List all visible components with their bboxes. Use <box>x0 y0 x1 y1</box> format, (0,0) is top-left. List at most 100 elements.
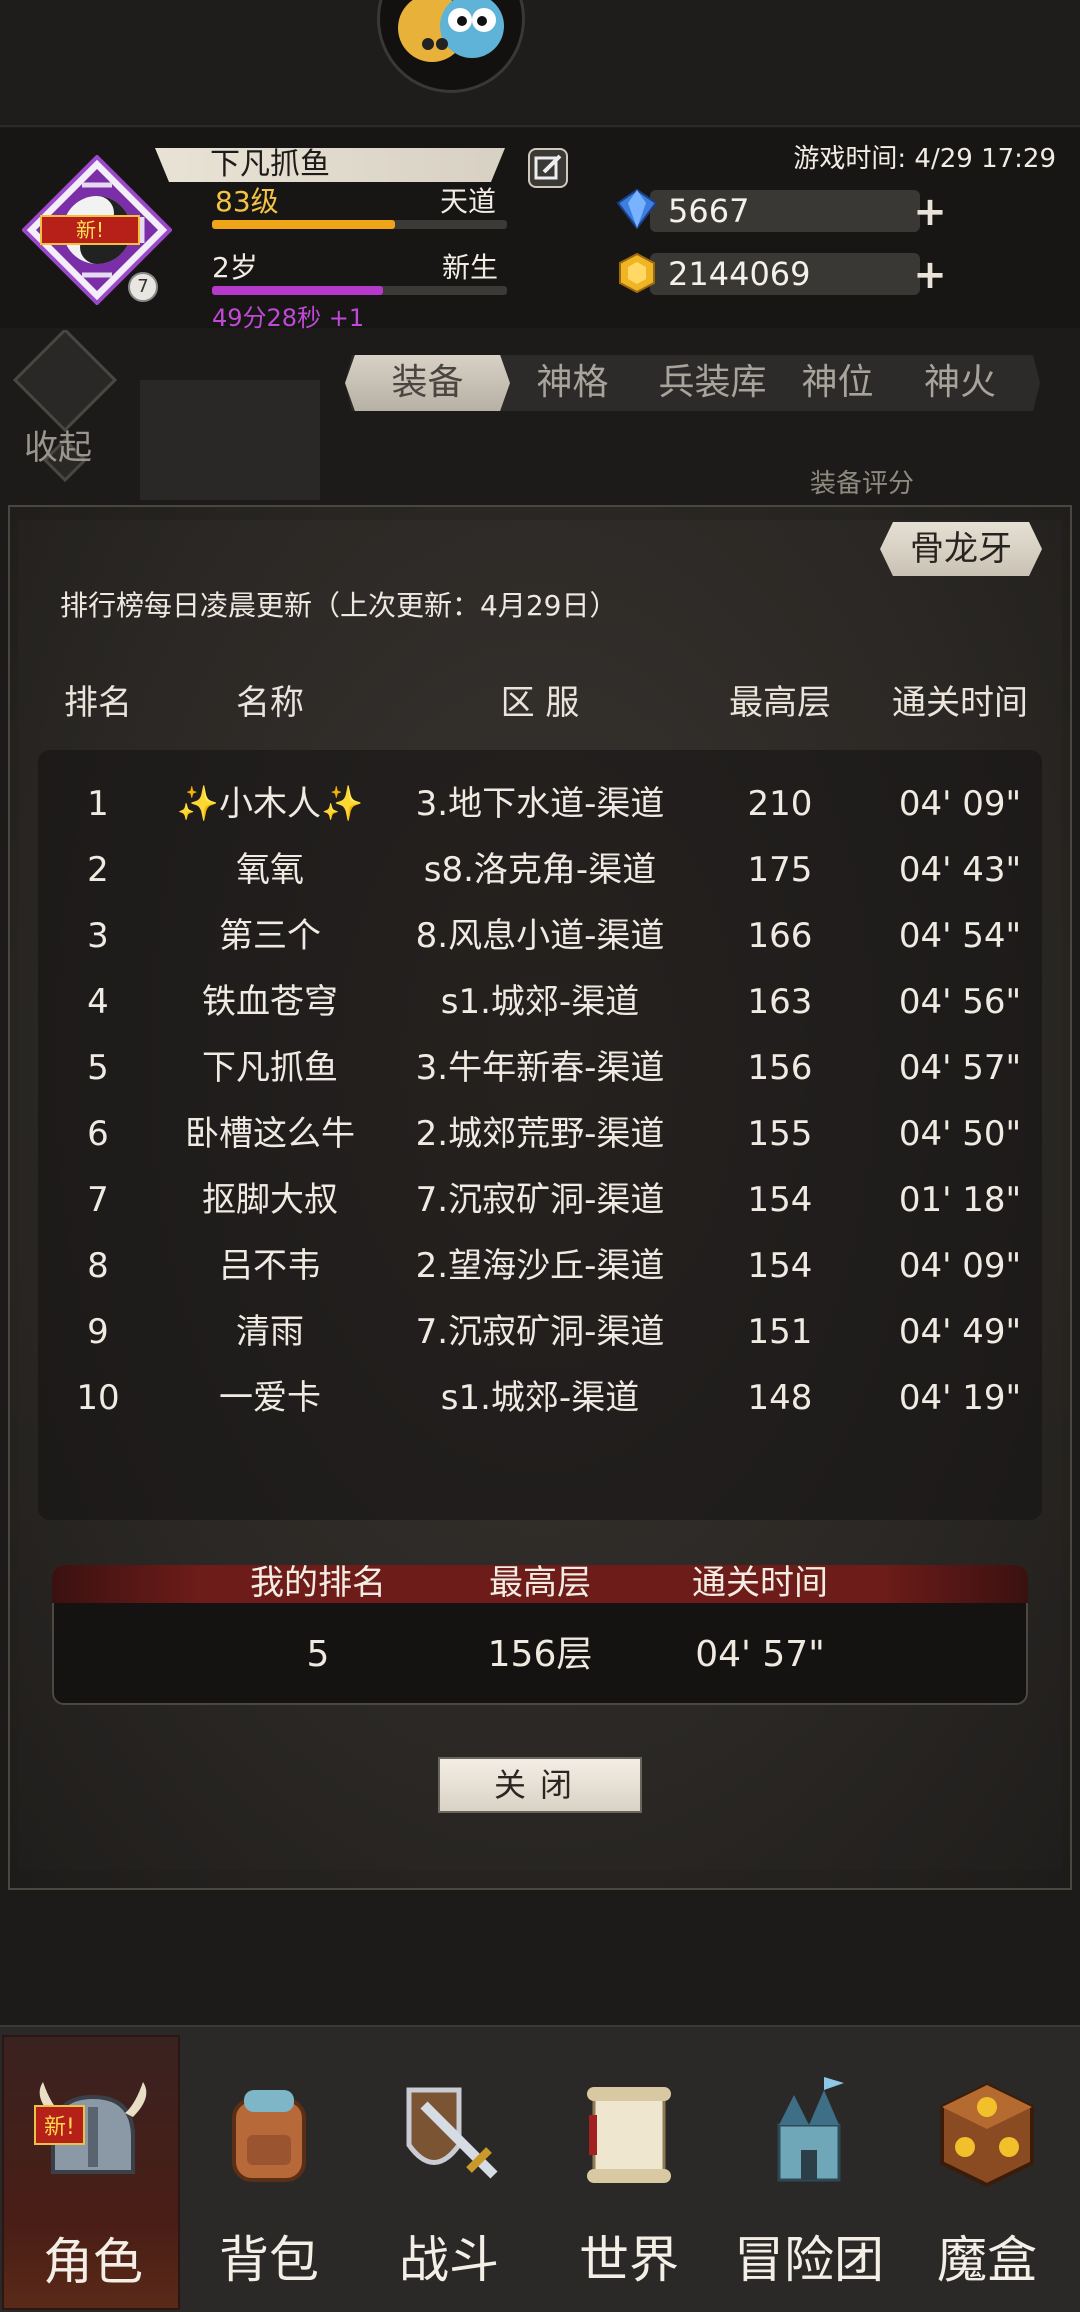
column-rank: 排名 <box>64 683 132 723</box>
server-cell: 3.牛年新春-渠道 <box>415 1048 665 1088</box>
emblem-number: 7 <box>128 272 158 302</box>
my-rank-value: 5 <box>306 1634 330 1675</box>
nav-world-label: 世界 <box>579 2231 679 2289</box>
table-row[interactable]: 8 吕不韦 2.望海沙丘-渠道 154 04' 09" <box>0 1233 1080 1299</box>
time-cell: 04' 56" <box>898 982 1022 1022</box>
nav-battle-label: 战斗 <box>399 2231 499 2289</box>
tab-god-position[interactable]: 神位 <box>775 357 900 409</box>
floor-cell: 166 <box>747 916 813 956</box>
name-plate <box>155 148 505 182</box>
age-status: 新生 <box>442 251 499 284</box>
my-floor-label: 最高层 <box>489 1563 591 1603</box>
server-cell: 8.风息小道-渠道 <box>415 916 665 956</box>
time-cell: 04' 43" <box>898 850 1022 890</box>
edit-name-button[interactable] <box>528 148 568 188</box>
player-name-cell: ✨小木人✨ <box>176 784 364 824</box>
my-rank-label: 我的排名 <box>250 1563 386 1603</box>
floor-cell: 148 <box>747 1378 813 1418</box>
table-row[interactable]: 9 清雨 7.沉寂矿洞-渠道 151 04' 49" <box>0 1299 1080 1365</box>
time-cell: 04' 09" <box>898 784 1022 824</box>
rank-cell: 2 <box>87 850 109 890</box>
time-cell: 04' 50" <box>898 1114 1022 1154</box>
server-cell: 3.地下水道-渠道 <box>415 784 665 824</box>
my-time-value: 04' 57" <box>695 1634 825 1675</box>
player-name-cell: 一爱卡 <box>219 1378 321 1418</box>
tab-divine-fire[interactable]: 神火 <box>900 357 1020 409</box>
player-realm: 天道 <box>440 185 497 218</box>
table-row[interactable]: 4 铁血苍穹 s1.城郊-渠道 163 04' 56" <box>0 969 1080 1035</box>
table-row[interactable]: 6 卧槽这么牛 2.城郊荒野-渠道 155 04' 50" <box>0 1101 1080 1167</box>
age-bar <box>212 286 507 295</box>
scroll-icon <box>587 2087 671 2183</box>
add-gold-button[interactable]: + <box>912 255 948 295</box>
update-note: 排行榜每日凌晨更新（上次更新：4月29日） <box>60 589 618 622</box>
nav-backpack-label: 背包 <box>219 2231 319 2289</box>
castle-icon <box>777 2077 844 2182</box>
add-gems-button[interactable]: + <box>912 192 948 232</box>
floor-cell: 210 <box>747 784 813 824</box>
nav-character-badge: 新! <box>34 2105 85 2145</box>
table-row[interactable]: 7 抠脚大叔 7.沉寂矿洞-渠道 154 01' 18" <box>0 1167 1080 1233</box>
server-cell: 2.城郊荒野-渠道 <box>415 1114 665 1154</box>
player-level: 83级 <box>215 185 279 218</box>
tab-armory[interactable]: 兵装库 <box>635 357 790 409</box>
level-bar <box>212 220 507 229</box>
age-timer: 49分28秒 +1 <box>212 304 365 332</box>
server-cell: s8.洛克角-渠道 <box>423 850 657 890</box>
server-cell: s1.城郊-渠道 <box>440 982 640 1022</box>
boss-tag-label: 骨龙牙 <box>910 529 1012 569</box>
rank-cell: 4 <box>87 982 109 1022</box>
new-badge: 新! <box>40 215 140 245</box>
rank-cell: 7 <box>87 1180 109 1220</box>
table-row[interactable]: 5 下凡抓鱼 3.牛年新春-渠道 156 04' 57" <box>0 1035 1080 1101</box>
my-floor-value: 156层 <box>487 1634 593 1675</box>
nav-world[interactable]: 世界 <box>540 2035 718 2310</box>
rank-cell: 10 <box>76 1378 120 1418</box>
nav-character[interactable]: 新! 角色 <box>2 2035 180 2310</box>
rank-cell: 8 <box>87 1246 109 1286</box>
nav-adventure-team[interactable]: 冒险团 <box>720 2035 898 2310</box>
player-age: 2岁 <box>212 251 258 284</box>
close-button[interactable]: 关闭 <box>438 1757 642 1813</box>
player-name: 下凡抓鱼 <box>210 147 330 182</box>
rank-cell: 9 <box>87 1312 109 1352</box>
equipment-slot[interactable] <box>140 380 320 500</box>
floor-cell: 175 <box>747 850 813 890</box>
tab-equipment[interactable]: 装备 <box>345 357 510 409</box>
nav-backpack[interactable]: 背包 <box>180 2035 358 2310</box>
table-row[interactable]: 3 第三个 8.风息小道-渠道 166 04' 54" <box>0 903 1080 969</box>
nav-battle[interactable]: 战斗 <box>360 2035 538 2310</box>
time-cell: 01' 18" <box>898 1180 1022 1220</box>
rank-cell: 3 <box>87 916 109 956</box>
player-name-cell: 吕不韦 <box>219 1246 321 1286</box>
nav-magic-box[interactable]: 魔盒 <box>898 2035 1076 2310</box>
time-cell: 04' 49" <box>898 1312 1022 1352</box>
time-cell: 04' 09" <box>898 1246 1022 1286</box>
column-floor: 最高层 <box>729 683 831 723</box>
equip-score-label: 装备评分 <box>810 469 915 499</box>
tab-divinity[interactable]: 神格 <box>510 357 635 409</box>
player-name-cell: 第三个 <box>219 916 321 956</box>
time-cell: 04' 19" <box>898 1378 1022 1418</box>
time-cell: 04' 57" <box>898 1048 1022 1088</box>
edit-icon <box>534 154 562 180</box>
floor-cell: 154 <box>747 1180 813 1220</box>
table-row[interactable]: 1 ✨小木人✨ 3.地下水道-渠道 210 04' 09" <box>0 771 1080 837</box>
table-row[interactable]: 10 一爱卡 s1.城郊-渠道 148 04' 19" <box>0 1365 1080 1431</box>
player-name-cell: 抠脚大叔 <box>202 1180 338 1220</box>
table-row[interactable]: 2 氧氧 s8.洛克角-渠道 175 04' 43" <box>0 837 1080 903</box>
level-bar-fill <box>212 220 395 229</box>
gem-count: 5667 <box>668 192 750 230</box>
sword-shield-icon <box>406 2087 498 2179</box>
nav-character-label: 角色 <box>43 2233 143 2291</box>
nav-adventure-team-label: 冒险团 <box>734 2231 884 2289</box>
top-bar <box>0 0 1080 127</box>
rank-cell: 1 <box>87 784 109 824</box>
player-name-cell: 卧槽这么牛 <box>185 1114 355 1154</box>
player-name-cell: 铁血苍穹 <box>202 982 338 1022</box>
player-name-cell: 下凡抓鱼 <box>202 1048 338 1088</box>
floor-cell: 154 <box>747 1246 813 1286</box>
my-time-label: 通关时间 <box>692 1563 828 1603</box>
server-cell: s1.城郊-渠道 <box>440 1378 640 1418</box>
collapse-label: 收起 <box>24 428 92 468</box>
